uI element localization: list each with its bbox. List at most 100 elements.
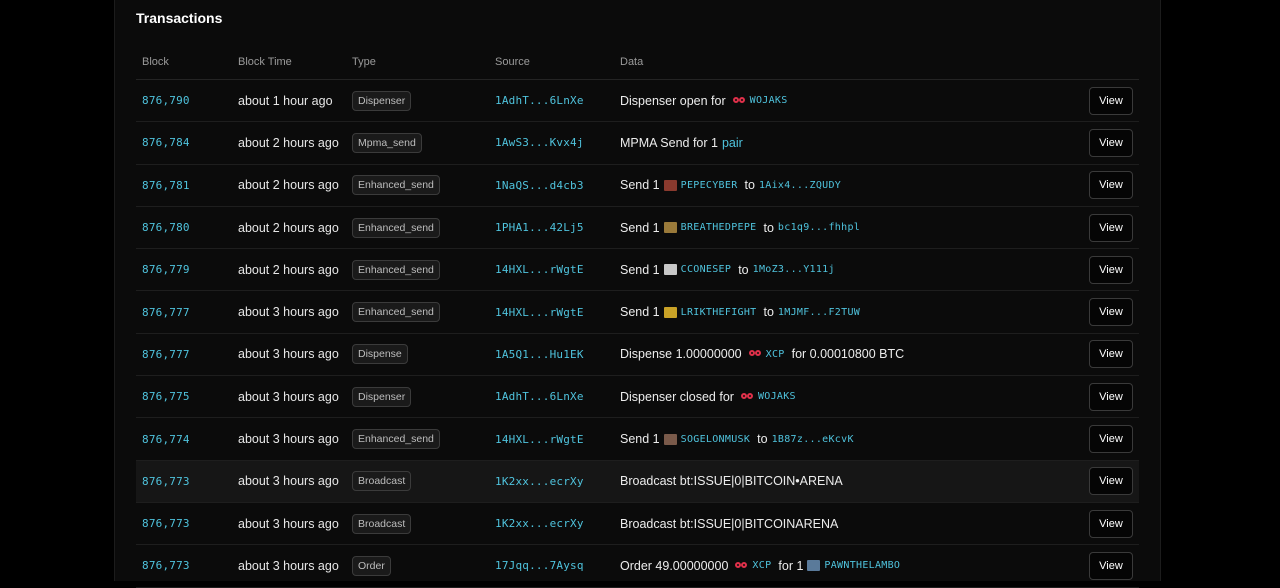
asset-link[interactable]: LRIKTHEFIGHT [681, 307, 757, 318]
block-link[interactable]: 876,790 [142, 94, 190, 107]
asset-thumbnail-icon [663, 306, 677, 318]
source-address-link[interactable]: 1AdhT...6LnXe [495, 94, 584, 107]
block-link[interactable]: 876,775 [142, 390, 190, 403]
view-button[interactable]: View [1089, 382, 1133, 411]
asset-thumbnail-icon [663, 433, 677, 445]
table-row: 876,775 about 3 hours ago Dispenser 1Adh… [136, 376, 1139, 419]
block-link[interactable]: 876,773 [142, 517, 190, 530]
block-time: about 3 hours ago [238, 347, 339, 362]
xcp-icon [735, 561, 748, 570]
asset-link[interactable]: WOJAKS [750, 95, 788, 106]
destination-address-link[interactable]: 1Aix4...ZQUDY [759, 180, 841, 191]
to-label: to [757, 432, 768, 447]
asset-link[interactable]: WOJAKS [758, 391, 796, 402]
type-badge: Enhanced_send [352, 217, 440, 238]
tx-data: Send 1 SOGELONMUSK to 1B87z...eKcvK [620, 418, 854, 459]
source-address-link[interactable]: 1AwS3...Kvx4j [495, 136, 584, 149]
transactions-table: Block Block Time Type Source Data 876,79… [136, 44, 1139, 588]
data-text-suffix: for 0.00010800 BTC [791, 347, 905, 362]
data-text: Send 1 [620, 432, 660, 447]
source-address-link[interactable]: 17Jqq...7Aysq [495, 559, 584, 572]
block-link[interactable]: 876,777 [142, 306, 190, 319]
view-button[interactable]: View [1089, 551, 1133, 580]
to-label: to [738, 262, 749, 277]
data-text: Broadcast bt:ISSUE|0|BITCOINARENA [620, 516, 839, 531]
col-block-time: Block Time [238, 56, 292, 68]
tx-data: MPMA Send for 1 pair [620, 122, 743, 163]
source-address-link[interactable]: 1NaQS...d4cb3 [495, 179, 584, 192]
source-address-link[interactable]: 1A5Q1...Hu1EK [495, 348, 584, 361]
source-address-link[interactable]: 1K2xx...ecrXy [495, 517, 584, 530]
block-link[interactable]: 876,773 [142, 559, 190, 572]
block-link[interactable]: 876,774 [142, 433, 190, 446]
view-button[interactable]: View [1089, 467, 1133, 496]
block-time: about 3 hours ago [238, 432, 339, 447]
source-address-link[interactable]: 14HXL...rWgtE [495, 263, 584, 276]
tx-data: Dispenser closed for WOJAKS [620, 376, 796, 417]
source-address-link[interactable]: 14HXL...rWgtE [495, 433, 584, 446]
tx-data: Broadcast bt:ISSUE|0|BITCOINARENA [620, 503, 838, 544]
destination-address-link[interactable]: 1MoZ3...Y111j [753, 264, 835, 275]
destination-address-link[interactable]: 1MJMF...F2TUW [778, 307, 860, 318]
block-link[interactable]: 876,781 [142, 179, 190, 192]
view-button[interactable]: View [1089, 340, 1133, 369]
table-row: 876,790 about 1 hour ago Dispenser 1AdhT… [136, 80, 1139, 123]
source-address-link[interactable]: 1K2xx...ecrXy [495, 475, 584, 488]
view-button[interactable]: View [1089, 509, 1133, 538]
source-address-link[interactable]: 14HXL...rWgtE [495, 306, 584, 319]
source-address-link[interactable]: 1PHA1...42Lj5 [495, 221, 584, 234]
section-title: Transactions [136, 10, 223, 26]
destination-address-link[interactable]: 1B87z...eKcvK [772, 434, 854, 445]
asset-icon [732, 96, 746, 105]
type-badge: Broadcast [352, 471, 412, 492]
asset-link-2[interactable]: PAWNTHELAMBO [824, 560, 900, 571]
data-text: Dispenser closed for [620, 389, 734, 404]
view-button[interactable]: View [1089, 128, 1133, 157]
view-button[interactable]: View [1089, 425, 1133, 454]
to-label: to [763, 305, 774, 320]
data-text: Send 1 [620, 178, 660, 193]
block-time: about 2 hours ago [238, 220, 339, 235]
asset-link[interactable]: XCP [766, 349, 785, 360]
data-text: Broadcast bt:ISSUE|0|BITCOIN•ARENA [620, 474, 843, 489]
view-button[interactable]: View [1089, 86, 1133, 115]
type-badge: Enhanced_send [352, 259, 440, 280]
table-header: Block Block Time Type Source Data [136, 44, 1139, 80]
tx-data: Dispense 1.00000000 XCP for 0.00010800 B… [620, 334, 904, 375]
destination-address-link[interactable]: bc1q9...fhhpl [778, 222, 860, 233]
tx-data: Send 1 LRIKTHEFIGHT to 1MJMF...F2TUW [620, 291, 860, 332]
block-link[interactable]: 876,784 [142, 136, 190, 149]
asset-link[interactable]: XCP [752, 560, 771, 571]
block-link[interactable]: 876,777 [142, 348, 190, 361]
tx-data: Send 1 CCONESEP to 1MoZ3...Y111j [620, 249, 835, 290]
type-badge: Dispenser [352, 90, 412, 111]
source-address-link[interactable]: 1AdhT...6LnXe [495, 390, 584, 403]
block-link[interactable]: 876,779 [142, 263, 190, 276]
data-text: Send 1 [620, 220, 660, 235]
asset-link[interactable]: SOGELONMUSK [681, 434, 751, 445]
col-data: Data [620, 56, 644, 68]
type-badge: Dispense [352, 344, 408, 365]
table-row: 876,773 about 3 hours ago Broadcast 1K2x… [136, 460, 1139, 503]
xcp-icon [748, 350, 762, 358]
col-source: Source [495, 56, 530, 68]
block-link[interactable]: 876,773 [142, 475, 190, 488]
table-row: 876,777 about 3 hours ago Dispense 1A5Q1… [136, 334, 1139, 377]
block-time: about 3 hours ago [238, 516, 339, 531]
view-button[interactable]: View [1089, 171, 1133, 200]
block-link[interactable]: 876,780 [142, 221, 190, 234]
asset-link[interactable]: BREATHEDPEPE [681, 222, 757, 233]
asset-link[interactable]: PEPECYBER [681, 180, 738, 191]
view-button[interactable]: View [1089, 298, 1133, 327]
view-button[interactable]: View [1089, 255, 1133, 284]
tx-data: Order 49.00000000 XCP for 1 PAWNTHELAMBO [620, 545, 900, 586]
table-row: 876,773 about 3 hours ago Order 17Jqq...… [136, 545, 1139, 588]
data-text: MPMA Send for 1 [620, 135, 718, 150]
type-badge: Mpma_send [352, 132, 422, 153]
pair-link[interactable]: pair [722, 136, 743, 150]
col-type: Type [352, 56, 376, 68]
transactions-panel: Transactions Block Block Time Type Sourc… [114, 0, 1161, 588]
data-text: Send 1 [620, 262, 660, 277]
view-button[interactable]: View [1089, 213, 1133, 242]
asset-link[interactable]: CCONESEP [681, 264, 732, 275]
